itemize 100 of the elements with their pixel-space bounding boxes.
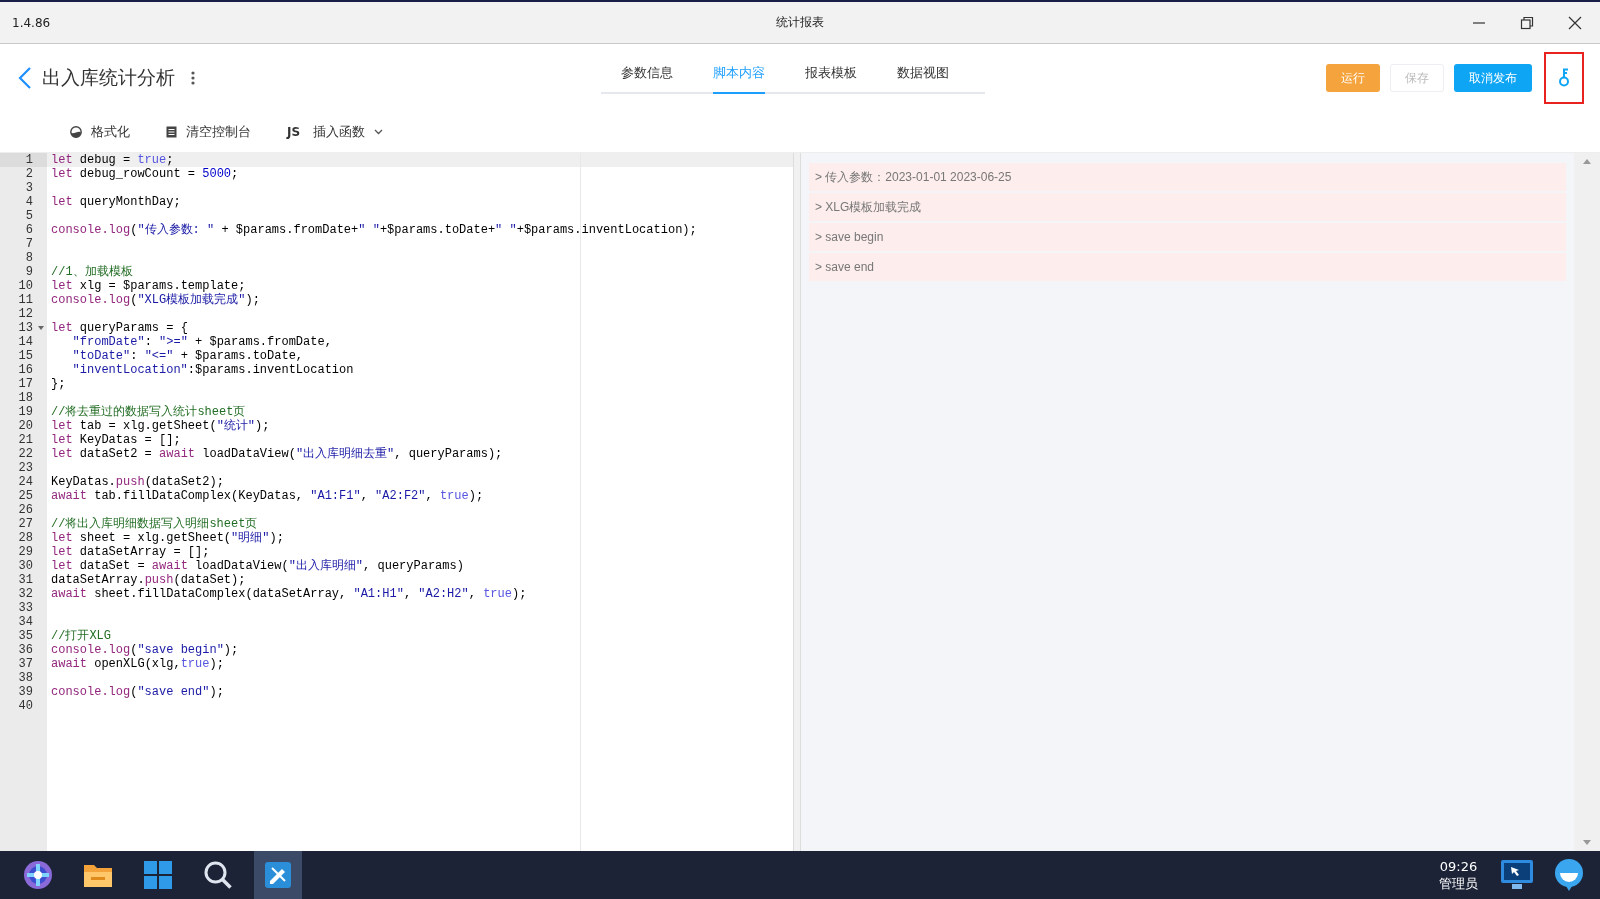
code-line: let dataSet = await loadDataView("出入库明细", queryParams) [51, 559, 464, 573]
code-line: console.log("传入参数: " + $params.fromDate+" "+$params.toDate+" "+$params.inventLocation); [51, 223, 697, 237]
line-number: 13 [18, 321, 33, 335]
code-line: //将出入库明细数据写入明细sheet页 [51, 517, 258, 531]
line-number: 1 [25, 153, 33, 167]
monitor-icon[interactable] [1500, 859, 1534, 891]
code-line: console.log("save begin"); [51, 643, 239, 657]
document-icon [166, 126, 177, 138]
line-number: 29 [18, 545, 33, 559]
line-number: 11 [18, 293, 33, 307]
line-number: 16 [18, 363, 33, 377]
line-number: 2 [25, 167, 33, 181]
line-number: 6 [25, 223, 33, 237]
toolbar-button[interactable]: 清空控制台 [166, 123, 251, 141]
line-number: 37 [18, 657, 33, 671]
taskbar-app[interactable] [254, 851, 302, 899]
line-number: 39 [18, 685, 33, 699]
code-line: "inventLocation":$params.inventLocation [71, 363, 354, 377]
close-icon[interactable] [1568, 15, 1582, 30]
console-entry: > 传入参数：2023-01-01 2023-06-25 [809, 163, 1566, 191]
tab[interactable]: 数据视图 [897, 56, 949, 94]
toolbar-button[interactable]: 格式化 [70, 123, 130, 141]
line-number: 31 [18, 573, 33, 587]
key-button[interactable] [1544, 52, 1584, 104]
code-line: let debug_rowCount = 5000; [51, 167, 239, 181]
code-line: }; [51, 377, 66, 391]
code-line: let dataSet2 = await loadDataView("出入库明细去重", queryParams); [51, 447, 503, 461]
console-entry: > save end [809, 253, 1566, 281]
code-line: //1、加载模板 [51, 265, 133, 279]
line-number: 5 [25, 209, 33, 223]
line-number: 9 [25, 265, 33, 279]
line-number: 26 [18, 503, 33, 517]
line-number: 19 [18, 405, 33, 419]
code-line: "fromDate": ">=" + $params.fromDate, [71, 335, 332, 349]
line-number: 17 [18, 377, 33, 391]
restore-icon[interactable] [1520, 15, 1534, 30]
code-line: "toDate": "<=" + $params.toDate, [71, 349, 304, 363]
line-number: 34 [18, 615, 33, 629]
line-number: 15 [18, 349, 33, 363]
code-line: await openXLG(xlg,true); [51, 657, 224, 671]
console-entry: > XLG模板加载完成 [809, 193, 1566, 221]
line-number: 20 [18, 419, 33, 433]
line-number: 23 [18, 461, 33, 475]
version-label: 1.4.86 [12, 15, 51, 30]
code-line: let tab = xlg.getSheet("统计"); [51, 419, 270, 433]
code-line: let xlg = $params.template; [51, 279, 246, 293]
app-logo-icon [22, 859, 54, 891]
line-number: 22 [18, 447, 33, 461]
pencil-ruler-icon [264, 861, 292, 889]
user-name: 管理员 [1439, 875, 1478, 892]
chat-bubble-icon[interactable] [1552, 858, 1586, 892]
palette-icon [70, 126, 82, 138]
code-line: console.log("XLG模板加载完成"); [51, 293, 260, 307]
code-line: //将去重过的数据写入统计sheet页 [51, 405, 246, 419]
line-number: 40 [18, 699, 33, 713]
code-line: await tab.fillDataComplex(KeyDatas, "A1:F1", "A2:F2", true); [51, 489, 484, 503]
line-number: 38 [18, 671, 33, 685]
code-line: //打开XLG [51, 629, 111, 643]
line-number: 27 [18, 517, 33, 531]
line-number: 25 [18, 489, 33, 503]
line-number: 36 [18, 643, 33, 657]
code-line: let dataSetArray = []; [51, 545, 210, 559]
line-number: 4 [25, 195, 33, 209]
splitter-handle[interactable] [793, 153, 801, 851]
code-editor[interactable] [0, 153, 793, 851]
tab[interactable]: 报表模板 [805, 56, 857, 94]
tab[interactable]: 参数信息 [621, 56, 673, 94]
line-number: 7 [25, 237, 33, 251]
line-number: 14 [18, 335, 33, 349]
code-line: console.log("save end"); [51, 685, 224, 699]
code-line: let debug = true; [51, 153, 174, 167]
toolbar-button[interactable]: JS 插入函数 [287, 123, 384, 141]
line-number: 21 [18, 433, 33, 447]
page-title: 出入库统计分析 [42, 65, 175, 90]
line-number: 8 [25, 251, 33, 265]
line-number: 24 [18, 475, 33, 489]
clock-time: 09:26 [1439, 858, 1478, 875]
code-line: await sheet.fillDataComplex(dataSetArray, "A1:H1", "A2:H2", true); [51, 587, 527, 601]
line-number: 10 [18, 279, 33, 293]
fold-icon[interactable] [38, 326, 44, 330]
code-line: let queryParams = { [51, 321, 188, 335]
key-icon [1558, 68, 1570, 88]
window-title: 统计报表 [776, 14, 824, 31]
line-number: 33 [18, 601, 33, 615]
line-number: 12 [18, 307, 33, 321]
console-entry: > save begin [809, 223, 1566, 251]
code-line: KeyDatas.push(dataSet2); [51, 475, 224, 489]
line-number: 35 [18, 629, 33, 643]
search-icon [203, 860, 233, 890]
line-number: 32 [18, 587, 33, 601]
line-number: 3 [25, 181, 33, 195]
code-line: dataSetArray.push(dataSet); [51, 573, 246, 587]
more-icon[interactable] [191, 71, 195, 85]
line-number: 28 [18, 531, 33, 545]
code-line: let sheet = xlg.getSheet("明细"); [51, 531, 284, 545]
windows-icon [143, 860, 173, 890]
back-icon[interactable] [18, 66, 32, 90]
line-number: 18 [18, 391, 33, 405]
code-line: let KeyDatas = []; [51, 433, 181, 447]
code-line: let queryMonthDay; [51, 195, 181, 209]
